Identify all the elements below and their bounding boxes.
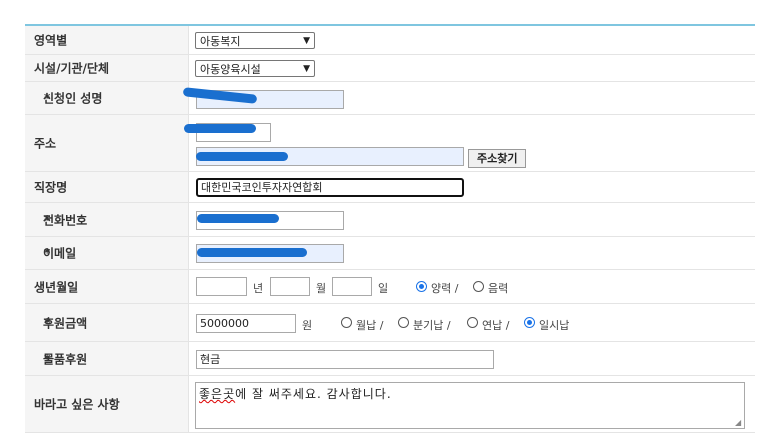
- row-email: 이메일 *: [25, 237, 755, 270]
- facility-select[interactable]: 아동양육시설 ▼: [195, 60, 315, 77]
- birth-label: 생년월일: [34, 280, 79, 294]
- redaction-mark: [197, 248, 307, 257]
- required-mark: *: [44, 91, 51, 105]
- row-name: 신청인 성명 *: [25, 82, 755, 115]
- solar-label: 양력 /: [431, 282, 459, 295]
- required-mark: *: [44, 212, 51, 227]
- quarterly-radio[interactable]: [398, 317, 409, 328]
- row-phone: 전화번호 *: [25, 203, 755, 237]
- wish-text-misspelled: 좋은곳: [199, 387, 236, 401]
- wish-text: 에 잘 써주세요. 감사합니다.: [235, 387, 392, 401]
- row-category: 영역별 아동복지 ▼: [25, 26, 755, 55]
- chevron-down-icon: ▼: [303, 36, 310, 46]
- address-label: 주소: [34, 136, 57, 151]
- row-workplace: 직장명 대한민국코인투자자연합회: [25, 172, 755, 203]
- monthly-label: 월납 /: [356, 319, 384, 332]
- wish-label: 바라고 싶은 사항: [34, 397, 120, 412]
- row-facility: 시설/기관/단체 아동양육시설 ▼: [25, 55, 755, 82]
- required-mark: *: [44, 246, 51, 260]
- month-label: 월: [316, 282, 327, 295]
- monthly-radio[interactable]: [341, 317, 352, 328]
- yearly-radio[interactable]: [467, 317, 478, 328]
- redaction-mark: [197, 214, 279, 223]
- amount-input[interactable]: 5000000: [196, 314, 296, 333]
- name-label: 신청인 성명: [43, 91, 103, 106]
- row-birth: 생년월일 년 월 일 양력 / 음력: [25, 270, 755, 304]
- row-goods: 물품후원 * 현금: [25, 342, 755, 376]
- won-label: 원: [302, 319, 313, 332]
- row-wish: 바라고 싶은 사항 좋은곳에 잘 써주세요. 감사합니다. ◢: [25, 376, 755, 433]
- row-amount: 후원금액 * 5000000 원 월납 / 분기납 / 연납 / 일시납: [25, 304, 755, 342]
- category-label: 영역별: [34, 33, 68, 48]
- once-label: 일시납: [539, 319, 570, 332]
- once-radio[interactable]: [524, 317, 535, 328]
- redaction-mark: [196, 152, 288, 161]
- resize-grip-icon[interactable]: ◢: [735, 419, 743, 427]
- workplace-label: 직장명: [34, 180, 68, 195]
- solar-radio[interactable]: [416, 281, 427, 292]
- birth-year-input[interactable]: [196, 277, 247, 296]
- lunar-label: 음력: [488, 282, 509, 295]
- required-mark: *: [44, 351, 51, 366]
- row-address: 주소 주소찾기: [25, 115, 755, 172]
- category-select[interactable]: 아동복지 ▼: [195, 32, 315, 49]
- goods-input[interactable]: 현금: [196, 350, 494, 369]
- address-search-button[interactable]: 주소찾기: [468, 149, 527, 168]
- quarterly-label: 분기납 /: [413, 319, 451, 332]
- lunar-radio[interactable]: [473, 281, 484, 292]
- birth-month-input[interactable]: [270, 277, 310, 296]
- workplace-input[interactable]: 대한민국코인투자자연합회: [196, 178, 464, 197]
- chevron-down-icon: ▼: [303, 64, 310, 74]
- day-label: 일: [378, 282, 389, 295]
- redaction-mark: [184, 124, 256, 133]
- birth-day-input[interactable]: [332, 277, 372, 296]
- required-mark: *: [44, 315, 51, 330]
- facility-label: 시설/기관/단체: [34, 61, 110, 76]
- wish-textarea[interactable]: 좋은곳에 잘 써주세요. 감사합니다. ◢: [195, 382, 745, 429]
- year-label: 년: [253, 282, 264, 295]
- yearly-label: 연납 /: [482, 319, 510, 332]
